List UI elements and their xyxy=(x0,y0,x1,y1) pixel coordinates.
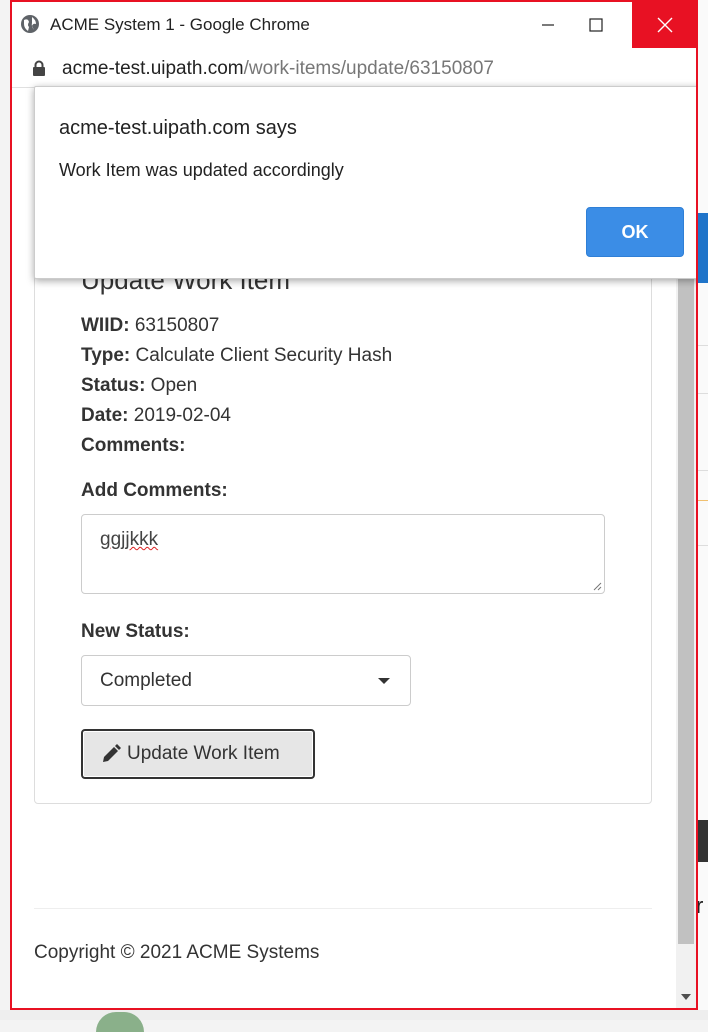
type-field: Type: Calculate Client Security Hash xyxy=(81,345,392,367)
close-icon xyxy=(657,17,673,33)
field-value: Calculate Client Security Hash xyxy=(130,345,393,366)
url-text[interactable]: acme-test.uipath.com/work-items/update/6… xyxy=(62,58,494,80)
dialog-message: Work Item was updated accordingly xyxy=(59,160,344,180)
resize-grip-icon[interactable] xyxy=(592,581,602,591)
button-label: Update Work Item xyxy=(127,743,280,764)
comments-textarea[interactable]: ggjjkkk xyxy=(81,514,605,594)
close-button[interactable] xyxy=(632,2,696,48)
pencil-icon xyxy=(103,744,121,762)
dialog-title: acme-test.uipath.com says xyxy=(59,117,297,139)
date-field: Date: 2019-02-04 xyxy=(81,405,231,427)
comment-text: ggjjkkk xyxy=(100,529,159,550)
browser-window: ACME System 1 - Google Chrome acme-test.… xyxy=(10,0,698,1010)
maximize-button[interactable] xyxy=(566,2,626,48)
scroll-down-icon[interactable] xyxy=(681,994,691,1000)
chevron-down-icon xyxy=(378,678,390,684)
wiid-field: WIID: 63150807 xyxy=(81,315,219,337)
maximize-icon xyxy=(589,18,603,32)
update-work-item-button[interactable]: Update Work Item xyxy=(81,729,315,779)
minimize-icon xyxy=(542,24,554,26)
background-logo-fragment xyxy=(96,1012,144,1032)
title-bar: ACME System 1 - Google Chrome xyxy=(12,2,696,48)
alert-dialog: acme-test.uipath.com says Work Item was … xyxy=(34,86,696,279)
field-value: 2019-02-04 xyxy=(128,405,231,426)
ok-button[interactable]: OK xyxy=(586,207,684,257)
update-work-item-card: Update Work Item WIID: 63150807 Type: Ca… xyxy=(34,238,652,804)
address-bar[interactable]: acme-test.uipath.com/work-items/update/6… xyxy=(12,48,696,88)
comments-field: Comments: xyxy=(81,435,186,457)
selected-status: Completed xyxy=(100,670,192,691)
background-bottom xyxy=(0,1010,708,1032)
field-value: 63150807 xyxy=(129,315,220,336)
add-comments-label: Add Comments: xyxy=(81,480,228,501)
field-label: Type: xyxy=(81,345,131,366)
field-value: Open xyxy=(145,375,198,396)
field-label: Status: xyxy=(81,375,146,396)
new-status-select[interactable]: Completed xyxy=(81,655,411,706)
url-path: /work-items/update/63150807 xyxy=(243,58,494,79)
url-host: acme-test.uipath.com xyxy=(62,58,244,79)
globe-icon xyxy=(21,15,39,33)
field-label: WIID: xyxy=(81,315,130,336)
field-label: Date: xyxy=(81,405,129,426)
lock-icon xyxy=(33,60,45,76)
status-field: Status: Open xyxy=(81,375,197,397)
footer-divider xyxy=(34,908,652,909)
field-label: Comments: xyxy=(81,435,186,456)
new-status-label: New Status: xyxy=(81,621,190,642)
copyright-text: Copyright © 2021 ACME Systems xyxy=(34,942,320,963)
window-title: ACME System 1 - Google Chrome xyxy=(50,15,310,34)
